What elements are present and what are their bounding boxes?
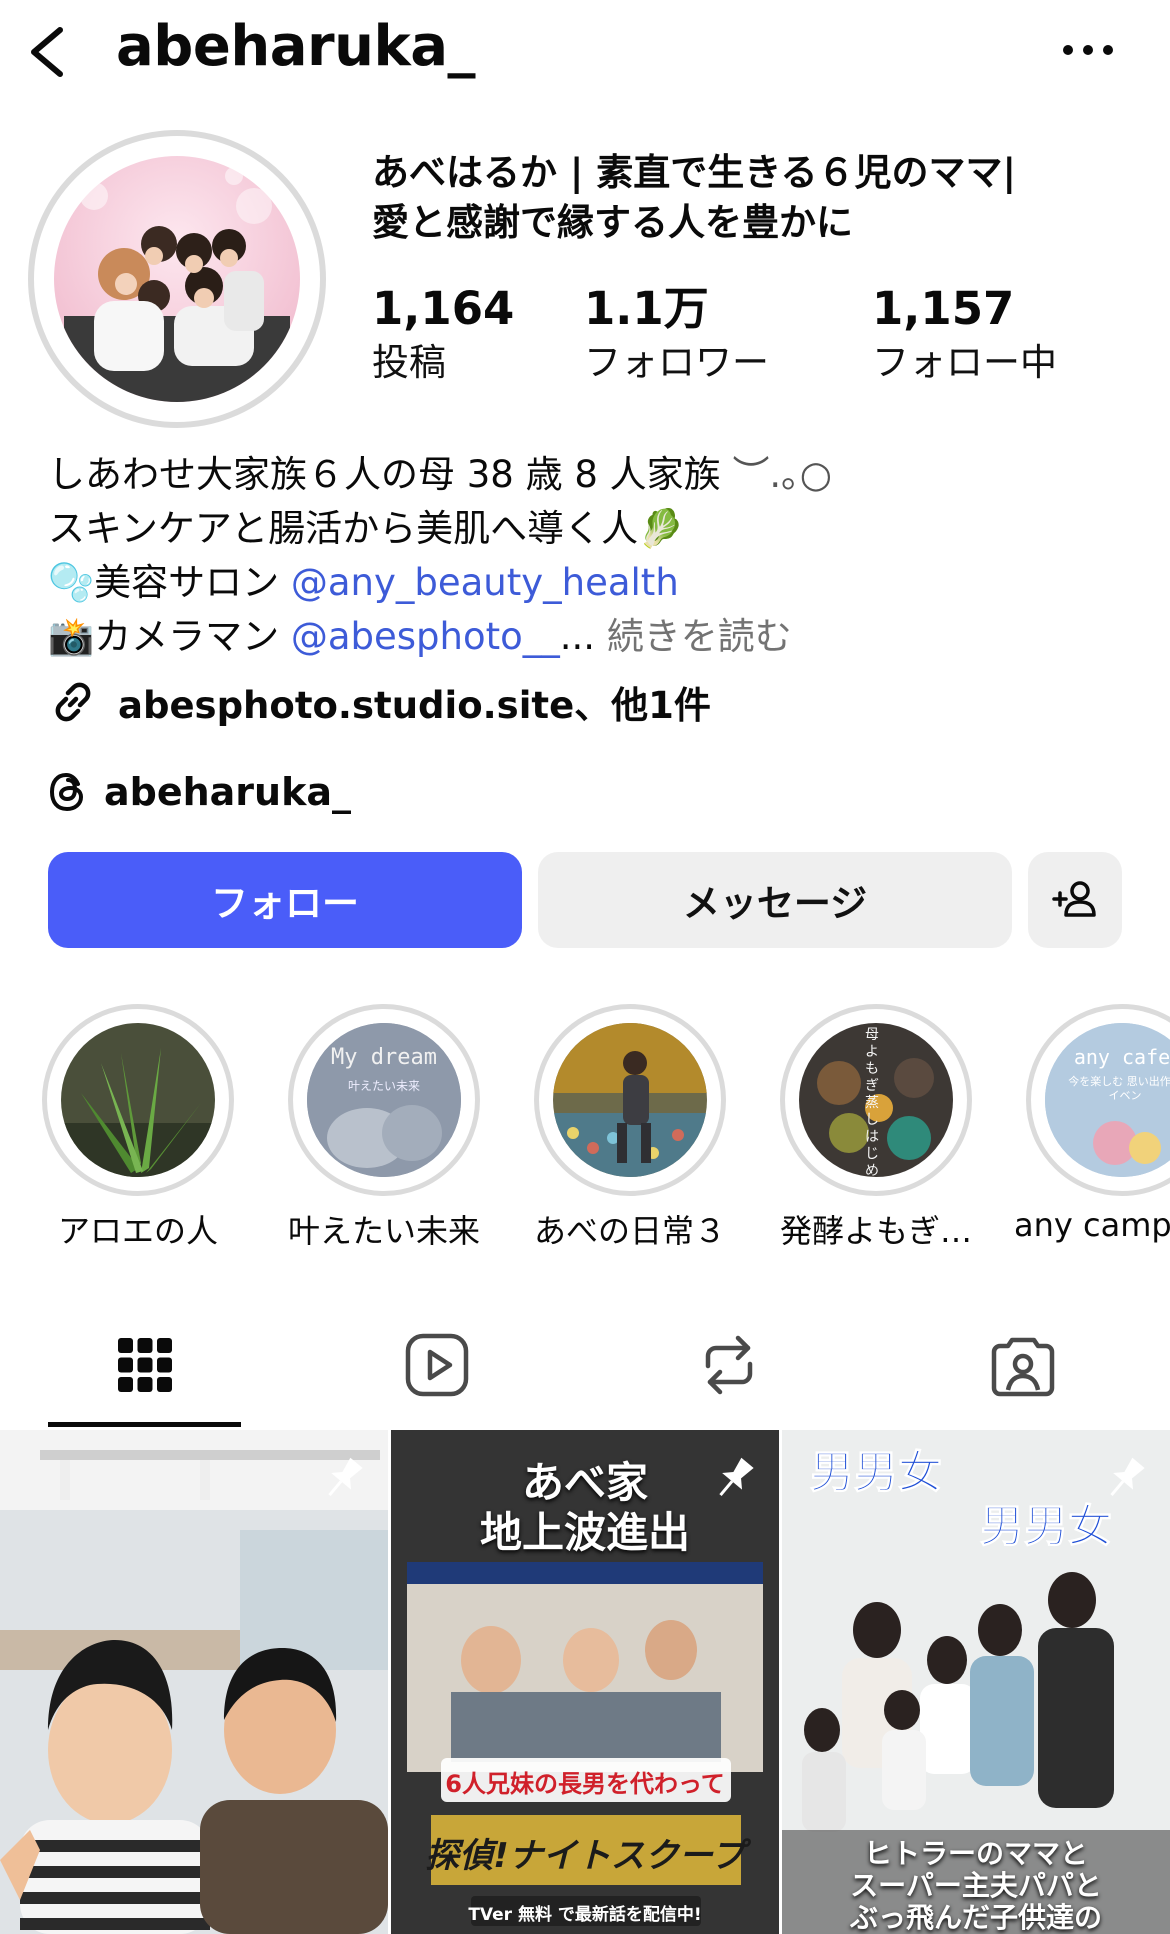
more-horizontal-icon bbox=[1063, 45, 1113, 55]
highlight-ring bbox=[534, 1004, 726, 1196]
highlight-cover-any-camp: any cafe 今を楽しむ 思い出作りイベン bbox=[1045, 1023, 1170, 1177]
bio-line-1-text: しあわせ大家族６人の母 38 歳 8 人家族 bbox=[48, 453, 721, 496]
profile-avatar[interactable] bbox=[28, 130, 326, 428]
profile-username: abeharuka_ bbox=[116, 14, 476, 79]
stat-following-label: フォロー中 bbox=[872, 341, 1057, 384]
profile-tabs bbox=[0, 1300, 1170, 1430]
pin-icon bbox=[1110, 1457, 1145, 1497]
top-bar: abeharuka_ bbox=[0, 0, 1170, 110]
highlight-ring: any cafe 今を楽しむ 思い出作りイベン bbox=[1026, 1004, 1170, 1196]
repost-icon bbox=[705, 1335, 752, 1395]
post-3-caption-line-3: ぶっ飛んだ子供達の bbox=[849, 1901, 1102, 1934]
bio-ellipsis: ... bbox=[559, 615, 607, 658]
highlight-cover-aloe bbox=[61, 1023, 215, 1177]
post-thumbnail-3[interactable]: 男男女 男男女 ヒトラーのママと スーパー主夫パパと ぶっ飛んだ子供達の bbox=[782, 1430, 1170, 1934]
bio-line-4: 📸カメラマン @abesphoto__... 続きを読む bbox=[48, 610, 1138, 664]
avatar-photo bbox=[54, 156, 300, 402]
stat-posts[interactable]: 1,164 投稿 bbox=[372, 280, 514, 388]
tab-grid[interactable] bbox=[48, 1300, 241, 1430]
stat-posts-count: 1,164 bbox=[372, 282, 515, 335]
back-button[interactable] bbox=[22, 22, 82, 82]
mention-any-beauty-health[interactable]: @any_beauty_health bbox=[291, 561, 679, 604]
bio-line-3-text: 美容サロン bbox=[94, 561, 291, 604]
read-more-link[interactable]: 続きを読む bbox=[607, 615, 792, 658]
highlight-label-aloe: アロエの人 bbox=[57, 1212, 218, 1250]
highlight-ring: 母よもぎ蒸しはじめま bbox=[780, 1004, 972, 1196]
stat-posts-label: 投稿 bbox=[372, 341, 446, 384]
link-icon bbox=[55, 682, 91, 722]
highlight-label-daily: あべの日常３ bbox=[533, 1212, 726, 1250]
more-options-button[interactable] bbox=[1058, 30, 1118, 70]
tagged-person-icon bbox=[991, 1337, 1054, 1397]
follow-button-label: フォロー bbox=[211, 882, 359, 925]
tab-reposts[interactable] bbox=[632, 1300, 825, 1430]
display-name-line-2: 愛と感謝で縁する人を豊かに bbox=[372, 201, 853, 244]
highlight-my-dream[interactable]: My dream 叶えたい未来 bbox=[288, 1004, 480, 1196]
bio-line-1-decoration: ︶.｡○ bbox=[732, 453, 832, 496]
message-button[interactable]: メッセージ bbox=[538, 852, 1012, 948]
suggested-people-button[interactable] bbox=[1028, 852, 1122, 948]
post-2-logo-text: 探偵!ナイトスクープ bbox=[425, 1836, 745, 1876]
leafy-green-emoji: 🥬 bbox=[638, 507, 685, 550]
chevron-left-icon bbox=[31, 27, 63, 77]
bio-line-4-text: カメラマン bbox=[94, 615, 291, 658]
highlight-cover-daily bbox=[553, 1023, 707, 1177]
highlight-cover-title: My dream bbox=[331, 1045, 437, 1070]
highlight-label-any-camp: any camp bbox=[1014, 1206, 1170, 1244]
post-2-footer: TVer 無料 で最新話を配信中! bbox=[468, 1905, 702, 1925]
stat-followers[interactable]: 1.1万 フォロワー bbox=[584, 280, 769, 388]
highlight-aloe[interactable] bbox=[42, 1004, 234, 1196]
stat-followers-label: フォロワー bbox=[584, 341, 769, 384]
post-thumbnail-2[interactable]: あべ家 地上波進出 6人兄妹の長男を代わって 探偵!ナイトスクープ TVer 無… bbox=[391, 1430, 779, 1934]
post-2-title-line-2: 地上波進出 bbox=[479, 1508, 690, 1557]
bubbles-emoji: 🫧 bbox=[48, 561, 95, 604]
stat-following[interactable]: 1,157 フォロー中 bbox=[872, 280, 1057, 388]
grid-icon bbox=[117, 1338, 172, 1392]
highlight-cover-vertical-text: 母よもぎ蒸しはじめま bbox=[865, 1027, 879, 1177]
bio-line-3: 🫧美容サロン @any_beauty_health bbox=[48, 556, 1138, 610]
highlight-cover-yomogi: 母よもぎ蒸しはじめま bbox=[799, 1023, 953, 1177]
highlight-daily[interactable] bbox=[534, 1004, 726, 1196]
highlight-cover-subtitle: 叶えたい未来 bbox=[347, 1079, 420, 1093]
website-link[interactable]: abesphoto.studio.site、他1件 bbox=[48, 674, 711, 730]
tab-reels[interactable] bbox=[340, 1300, 533, 1430]
highlight-label-yomogi: 発酵よもぎ… bbox=[779, 1212, 972, 1250]
mention-abesphoto[interactable]: @abesphoto__ bbox=[291, 615, 560, 658]
pin-icon bbox=[328, 1457, 363, 1497]
website-link-text: abesphoto.studio.site、他1件 bbox=[118, 684, 711, 727]
threads-icon bbox=[49, 772, 84, 812]
bio-line-2: スキンケアと腸活から美肌へ導く人🥬 bbox=[48, 502, 1138, 556]
post-thumbnail-1[interactable] bbox=[0, 1430, 388, 1934]
stat-followers-count: 1.1万 bbox=[584, 282, 709, 335]
reels-icon bbox=[405, 1333, 468, 1397]
post-2-banner: 6人兄妹の長男を代わって bbox=[445, 1770, 725, 1798]
pin-icon bbox=[719, 1457, 754, 1497]
message-button-label: メッセージ bbox=[682, 882, 868, 925]
bio-line-2-text: スキンケアと腸活から美肌へ導く人 bbox=[48, 507, 639, 550]
stat-following-count: 1,157 bbox=[872, 282, 1015, 335]
post-3-caption-line-1: ヒトラーのママと bbox=[863, 1837, 1088, 1870]
highlight-yomogi[interactable]: 母よもぎ蒸しはじめま bbox=[780, 1004, 972, 1196]
display-name-line-1: あべはるか | 素直で生きる６児のママ| bbox=[372, 151, 1017, 194]
follow-button[interactable]: フォロー bbox=[48, 852, 522, 948]
profile-bio: しあわせ大家族６人の母 38 歳 8 人家族 ︶.｡○ スキンケアと腸活から美肌… bbox=[48, 448, 1138, 664]
highlight-label-my-dream: 叶えたい未来 bbox=[287, 1212, 480, 1250]
highlight-cover-title: any cafe bbox=[1073, 1045, 1170, 1069]
threads-badge[interactable]: abeharuka_ bbox=[48, 764, 351, 820]
add-person-icon bbox=[1052, 881, 1096, 917]
active-tab-indicator bbox=[48, 1422, 241, 1427]
highlight-cover-my-dream: My dream 叶えたい未来 bbox=[307, 1023, 461, 1177]
post-3-bottom-caption: ヒトラーのママと スーパー主夫パパと ぶっ飛んだ子供達の bbox=[782, 1838, 1170, 1934]
camera-flash-emoji: 📸 bbox=[48, 615, 95, 658]
post-3-caption-line-2: スーパー主夫パパと bbox=[850, 1869, 1102, 1902]
highlight-ring bbox=[42, 1004, 234, 1196]
threads-handle: abeharuka_ bbox=[104, 770, 352, 814]
highlight-any-camp[interactable]: any cafe 今を楽しむ 思い出作りイベン bbox=[1026, 1004, 1170, 1196]
profile-display-name: あべはるか | 素直で生きる６児のママ| 愛と感謝で縁する人を豊かに bbox=[372, 148, 1132, 248]
tab-tagged[interactable] bbox=[926, 1300, 1119, 1430]
highlight-ring: My dream 叶えたい未来 bbox=[288, 1004, 480, 1196]
bio-line-1: しあわせ大家族６人の母 38 歳 8 人家族 ︶.｡○ bbox=[48, 448, 1138, 502]
highlight-cover-subtitle: 今を楽しむ 思い出作りイベン bbox=[1068, 1075, 1170, 1102]
posts-grid: あべ家 地上波進出 6人兄妹の長男を代わって 探偵!ナイトスクープ TVer 無… bbox=[0, 1430, 1170, 1934]
